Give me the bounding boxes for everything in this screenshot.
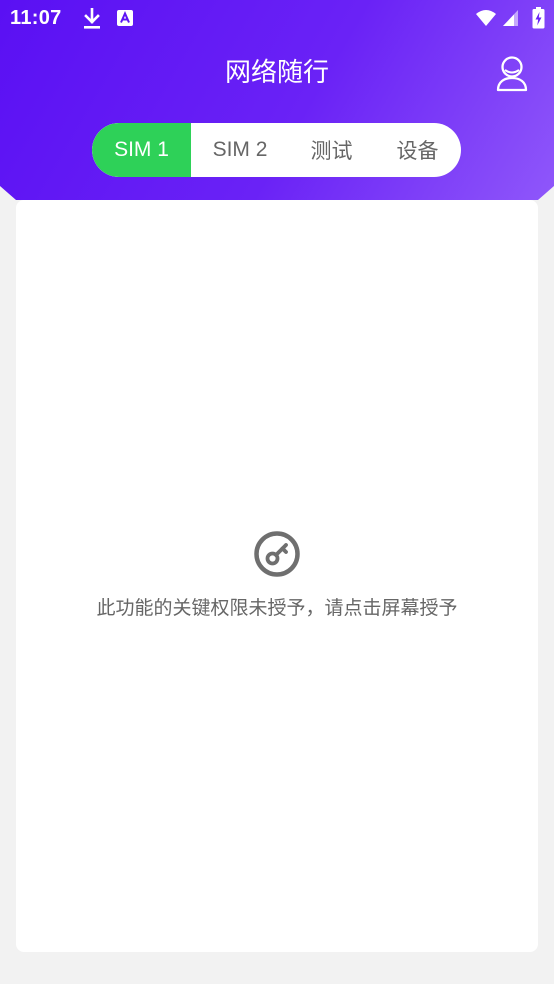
- page-title: 网络随行: [224, 58, 329, 88]
- tab-device[interactable]: 设备: [374, 123, 461, 177]
- status-time: 11:07: [10, 7, 62, 29]
- profile-button[interactable]: [495, 55, 529, 93]
- tab-sim-1[interactable]: SIM 1: [92, 123, 191, 177]
- key-circle-icon: [254, 531, 300, 577]
- download-icon: [84, 8, 100, 29]
- status-bar: 11:07: [0, 0, 554, 36]
- battery-charging-icon: [532, 7, 545, 29]
- sim-tab-bar: SIM 1 SIM 2 测试 设备: [92, 123, 461, 177]
- tab-sim-2[interactable]: SIM 2: [191, 123, 289, 177]
- wifi-icon: [476, 10, 496, 26]
- tab-test[interactable]: 测试: [289, 123, 374, 177]
- permission-message: 此功能的关键权限未授予，请点击屏幕授予: [96, 597, 458, 619]
- signal-icon: [503, 10, 518, 26]
- app-a-icon: [117, 10, 133, 26]
- permission-card[interactable]: 此功能的关键权限未授予，请点击屏幕授予: [16, 200, 538, 952]
- user-icon: [496, 56, 528, 92]
